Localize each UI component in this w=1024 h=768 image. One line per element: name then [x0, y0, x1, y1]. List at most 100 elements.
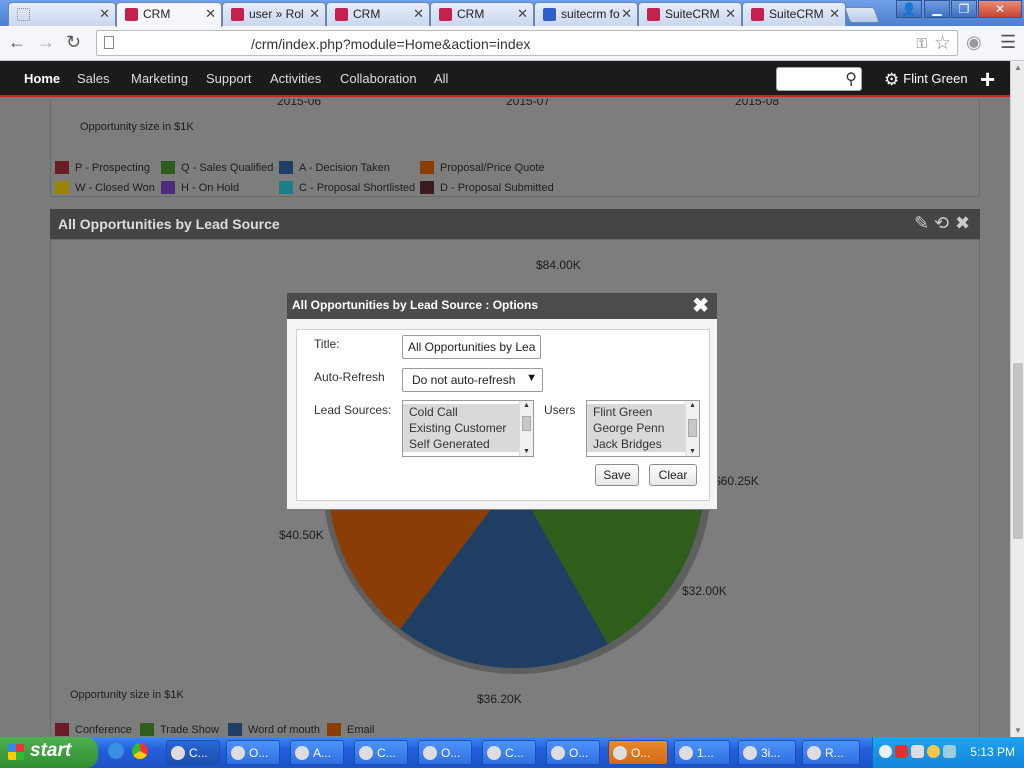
browser-tab-8[interactable]: SuiteCRM ✕ — [742, 2, 846, 26]
browser-tab-6[interactable]: suitecrm fo ✕ — [534, 2, 638, 26]
tray-app-icon[interactable] — [895, 745, 908, 758]
tray-app-icon[interactable] — [911, 745, 924, 758]
listbox-scrollbar[interactable]: ▲ ▼ — [685, 401, 699, 456]
taskbar-item[interactable]: O... — [418, 740, 472, 765]
close-window-button[interactable]: ✕ — [978, 0, 1022, 18]
browser-tab-1[interactable]: ✕ — [8, 2, 116, 26]
nav-all[interactable]: All — [434, 71, 448, 86]
nav-home[interactable]: Home — [24, 71, 60, 86]
browser-tab-3[interactable]: user » Rol ✕ — [222, 2, 326, 26]
scroll-up-icon[interactable]: ▲ — [1014, 63, 1022, 72]
legend-label: Trade Show — [160, 724, 219, 736]
scroll-up-icon[interactable]: ▲ — [689, 402, 696, 409]
close-tab-icon[interactable]: ✕ — [99, 6, 110, 22]
search-icon[interactable]: ⚲ — [845, 69, 857, 89]
close-tab-icon[interactable]: ✕ — [309, 6, 320, 22]
listbox-scrollbar[interactable]: ▲ ▼ — [519, 401, 533, 456]
app-icon — [551, 746, 565, 760]
address-url[interactable]: /crm/index.php?module=Home&action=index — [251, 36, 530, 52]
auto-refresh-select[interactable]: Do not auto-refresh ▼ — [402, 368, 543, 392]
bookmark-star-icon[interactable]: ☆ — [934, 32, 951, 55]
start-button[interactable]: start — [0, 737, 98, 768]
close-tab-icon[interactable]: ✕ — [829, 6, 840, 22]
title-input[interactable]: All Opportunities by Lea — [402, 335, 541, 359]
scroll-down-icon[interactable]: ▼ — [1014, 726, 1022, 735]
scrollbar-thumb[interactable] — [688, 419, 697, 437]
extension-icon[interactable]: ◉ — [966, 32, 982, 53]
scroll-down-icon[interactable]: ▼ — [523, 448, 530, 455]
chrome-icon[interactable] — [132, 743, 148, 759]
nav-support[interactable]: Support — [206, 71, 252, 86]
global-search-input[interactable]: ⚲ — [776, 67, 862, 91]
clear-button[interactable]: Clear — [649, 464, 697, 486]
profile-icon[interactable]: 👤 — [896, 0, 922, 18]
taskbar-item[interactable]: C... — [354, 740, 408, 765]
scrollbar-thumb[interactable] — [1013, 363, 1023, 539]
taskbar-item[interactable]: O... — [226, 740, 280, 765]
taskbar-item[interactable]: C... — [166, 740, 220, 765]
forward-arrow-icon[interactable]: → — [37, 32, 55, 53]
scrollbar-thumb[interactable] — [522, 416, 531, 431]
address-bar[interactable]: /crm/index.php?module=Home&action=index … — [96, 30, 958, 56]
close-tab-icon[interactable]: ✕ — [413, 6, 424, 22]
taskbar-item-active[interactable]: O... — [608, 740, 668, 765]
reload-icon[interactable]: ↻ — [66, 32, 81, 53]
legend-item: Conference — [55, 723, 132, 736]
list-option[interactable]: Flint Green — [587, 404, 699, 420]
scroll-down-icon[interactable]: ▼ — [689, 448, 696, 455]
menu-icon[interactable]: ☰ — [1000, 32, 1016, 53]
tab-label: user » Rol — [249, 7, 304, 21]
pie-value-label: $36.20K — [477, 692, 522, 706]
close-tab-icon[interactable]: ✕ — [621, 6, 632, 22]
nav-marketing[interactable]: Marketing — [131, 71, 188, 86]
browser-tab-2[interactable]: CRM ✕ — [116, 2, 222, 27]
list-option[interactable]: George Penn — [587, 420, 699, 436]
crm-navbar: Home Sales Marketing Support Activities … — [0, 61, 1024, 97]
list-option[interactable]: Cold Call — [403, 404, 533, 420]
close-tab-icon[interactable]: ✕ — [517, 6, 528, 22]
list-option[interactable]: Jack Bridges — [587, 436, 699, 452]
tray-app-icon[interactable] — [927, 745, 940, 758]
maximize-button[interactable]: ❐ — [951, 0, 977, 18]
nav-collaboration[interactable]: Collaboration — [340, 71, 417, 86]
close-tab-icon[interactable]: ✕ — [725, 6, 736, 22]
browser-tab-7[interactable]: SuiteCRM ✕ — [638, 2, 742, 26]
taskbar-item[interactable]: O... — [546, 740, 600, 765]
close-icon[interactable]: ✖ — [692, 293, 709, 318]
list-option[interactable]: Self Generated — [403, 436, 533, 452]
taskbar-item-label: A... — [313, 746, 332, 760]
browser-tab-4[interactable]: CRM ✕ — [326, 2, 430, 26]
nav-activities[interactable]: Activities — [270, 71, 321, 86]
taskbar-item[interactable]: 3i... — [738, 740, 796, 765]
legend-item: Email — [327, 723, 375, 736]
lead-sources-listbox[interactable]: Cold Call Existing Customer Self Generat… — [402, 400, 534, 457]
scroll-up-icon[interactable]: ▲ — [523, 402, 530, 409]
chrome-icon — [171, 746, 185, 760]
clock: 5:13 PM — [970, 745, 1015, 759]
minimize-button[interactable]: ▁ — [924, 0, 950, 18]
list-option[interactable]: Existing Customer — [403, 420, 533, 436]
key-icon[interactable]: ⚿ — [916, 35, 927, 52]
suitecrm-favicon-icon — [647, 8, 660, 21]
browser-tab-5[interactable]: CRM ✕ — [430, 2, 534, 26]
new-tab-button[interactable] — [844, 7, 880, 23]
close-tab-icon[interactable]: ✕ — [205, 6, 216, 22]
quick-create-plus-icon[interactable]: + — [980, 64, 995, 95]
taskbar-item[interactable]: R... — [802, 740, 860, 765]
taskbar-item[interactable]: C... — [482, 740, 536, 765]
suitecrm-favicon-icon — [751, 8, 764, 21]
tab-label: suitecrm fo — [561, 7, 620, 21]
user-menu[interactable]: ⚙ Flint Green — [884, 70, 968, 90]
internet-explorer-icon[interactable] — [108, 743, 124, 759]
taskbar-item-label: C... — [377, 746, 396, 760]
tray-expand-icon[interactable] — [879, 745, 892, 758]
back-arrow-icon[interactable]: ← — [8, 32, 26, 53]
network-icon[interactable] — [943, 745, 956, 758]
taskbar-item[interactable]: A... — [290, 740, 344, 765]
nav-sales[interactable]: Sales — [77, 71, 110, 86]
users-listbox[interactable]: Flint Green George Penn Jack Bridges ▲ ▼ — [586, 400, 700, 457]
page-scrollbar[interactable]: ▲ ▼ — [1010, 61, 1024, 737]
save-button[interactable]: Save — [595, 464, 639, 486]
taskbar-item[interactable]: 1... — [674, 740, 730, 765]
taskbar-item-label: 1... — [697, 746, 714, 760]
